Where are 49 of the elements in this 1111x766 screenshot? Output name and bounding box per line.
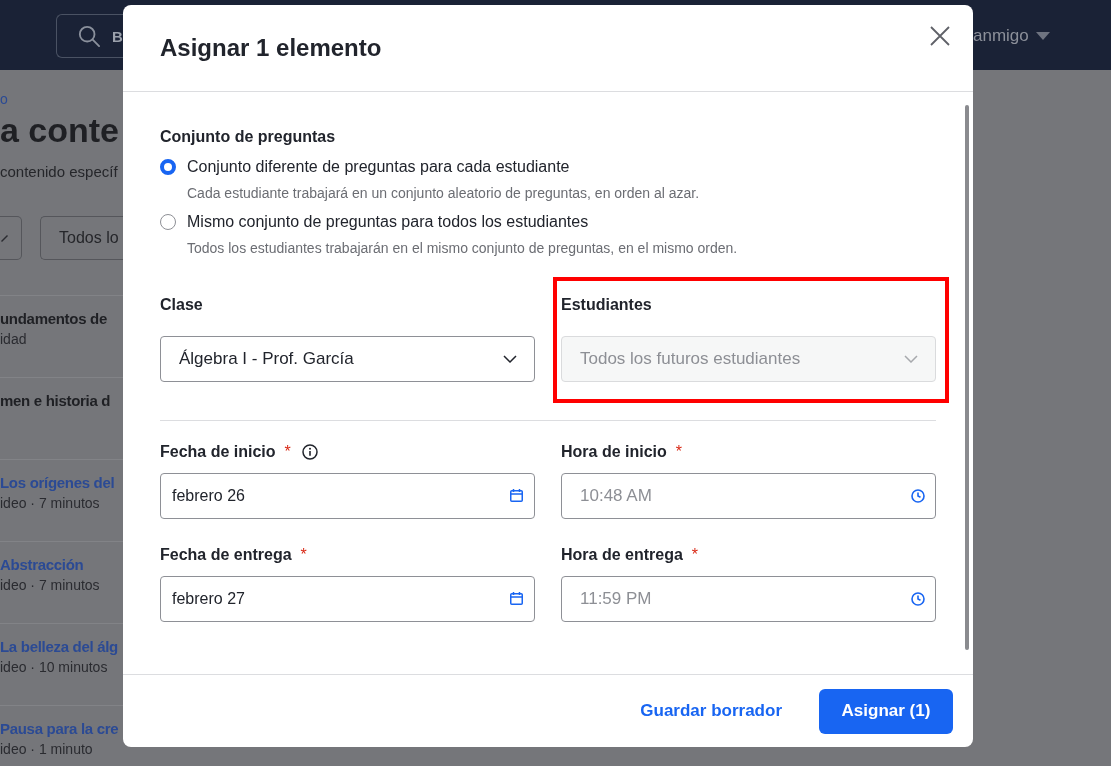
item-meta: ideo · 10 minutos	[0, 658, 108, 676]
field-label: Hora de inicio	[561, 442, 667, 462]
item-meta: ideo · 7 minutos	[0, 576, 100, 594]
scrollbar[interactable]	[965, 105, 969, 650]
field-label: Hora de entrega	[561, 545, 683, 565]
breadcrumb-link[interactable]: o	[0, 90, 8, 108]
lesson-link[interactable]: Pausa para la cre	[0, 718, 119, 740]
time-field[interactable]: 11:59 PM	[561, 576, 936, 622]
required-mark: *	[691, 545, 699, 565]
time-field[interactable]: 10:48 AM	[561, 473, 936, 519]
radio-button[interactable]	[160, 214, 176, 230]
option-description: Todos los estudiantes trabajarán en el mismo conjunto de preguntas, en el mismo orden.	[187, 239, 738, 258]
search-field[interactable]: B	[56, 14, 123, 58]
item-meta: idad	[0, 330, 27, 348]
lesson-link[interactable]: Abstracción	[0, 554, 84, 576]
dialog-title: Asignar 1 elemento	[160, 33, 382, 63]
search-icon	[78, 25, 100, 47]
required-mark: *	[300, 545, 307, 565]
caret-down-icon[interactable]	[1035, 32, 1050, 40]
page-description: contenido específ	[0, 162, 118, 182]
radio-label[interactable]: Mismo conjunto de preguntas para todos los estudiantes	[187, 212, 589, 232]
chevron-down-icon	[503, 355, 517, 363]
close-icon[interactable]	[930, 26, 950, 46]
chevron-icon	[1, 234, 8, 242]
assign-button[interactable]: Asignar (1)	[819, 688, 953, 734]
section-label: Conjunto de preguntas	[160, 127, 336, 147]
item-meta: ideo · 1 minuto	[0, 740, 93, 758]
item-meta: ideo · 7 minutos	[0, 494, 100, 512]
date-field[interactable]: febrero 26	[160, 473, 535, 519]
info-icon[interactable]	[301, 444, 318, 460]
chevron-down-icon	[904, 355, 918, 363]
option-description: Cada estudiante trabajará en un conjunto aleatorio de preguntas, en orden al azar.	[187, 184, 700, 203]
radio-button[interactable]	[160, 159, 176, 175]
lesson-link[interactable]: Los orígenes del	[0, 472, 115, 494]
date-field[interactable]: febrero 27	[160, 576, 535, 622]
user-name[interactable]: anmigo	[973, 23, 1029, 49]
field-label: Fecha de entrega	[160, 545, 292, 565]
required-mark: *	[284, 442, 291, 462]
field-label: Clase	[160, 295, 203, 315]
required-mark: *	[675, 442, 683, 462]
radio-label[interactable]: Conjunto diferente de preguntas para cada estudiante	[187, 157, 570, 177]
unit-title: men e historia d	[0, 391, 111, 411]
lesson-link[interactable]: La belleza del álg	[0, 636, 118, 658]
class-dropdown[interactable]: Álgebra I - Prof. García	[160, 336, 535, 382]
save-draft-button[interactable]: Guardar borrador	[624, 688, 798, 734]
field-label: Estudiantes	[561, 295, 652, 315]
field-label: Fecha de inicio	[160, 442, 276, 462]
page-heading: a conte	[0, 110, 120, 150]
unit-title: undamentos de	[0, 309, 107, 329]
